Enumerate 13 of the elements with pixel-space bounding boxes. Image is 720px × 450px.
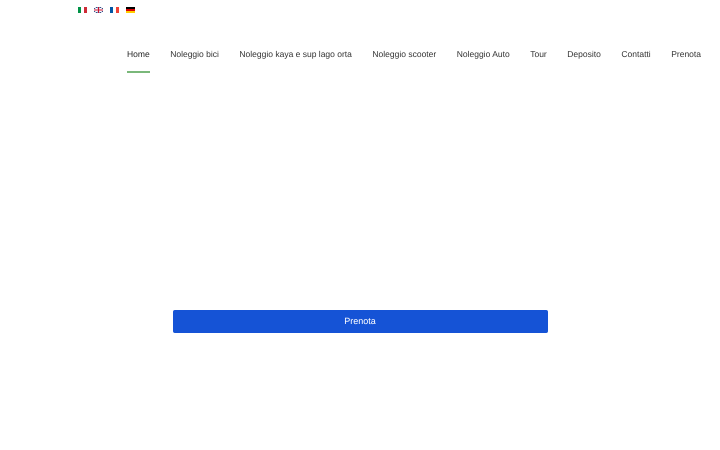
nav-link[interactable]: Contatti [621,48,651,73]
flag-icon[interactable] [110,7,119,13]
book-button[interactable]: Prenota [172,310,548,333]
flag-icon[interactable] [126,7,135,13]
nav-link[interactable]: Noleggio Auto [456,48,510,73]
nav-link[interactable]: Tour [530,48,547,73]
flag-icon[interactable] [94,7,103,13]
nav-link[interactable]: Deposito [567,48,601,73]
nav-link[interactable]: Home [127,48,150,73]
nav-link[interactable]: Noleggio kaya e sup lago orta [239,48,352,73]
nav-link[interactable]: Noleggio bici [170,48,219,73]
nav-link[interactable]: Prenota [671,48,701,73]
nav-link[interactable]: Noleggio scooter [372,48,436,73]
